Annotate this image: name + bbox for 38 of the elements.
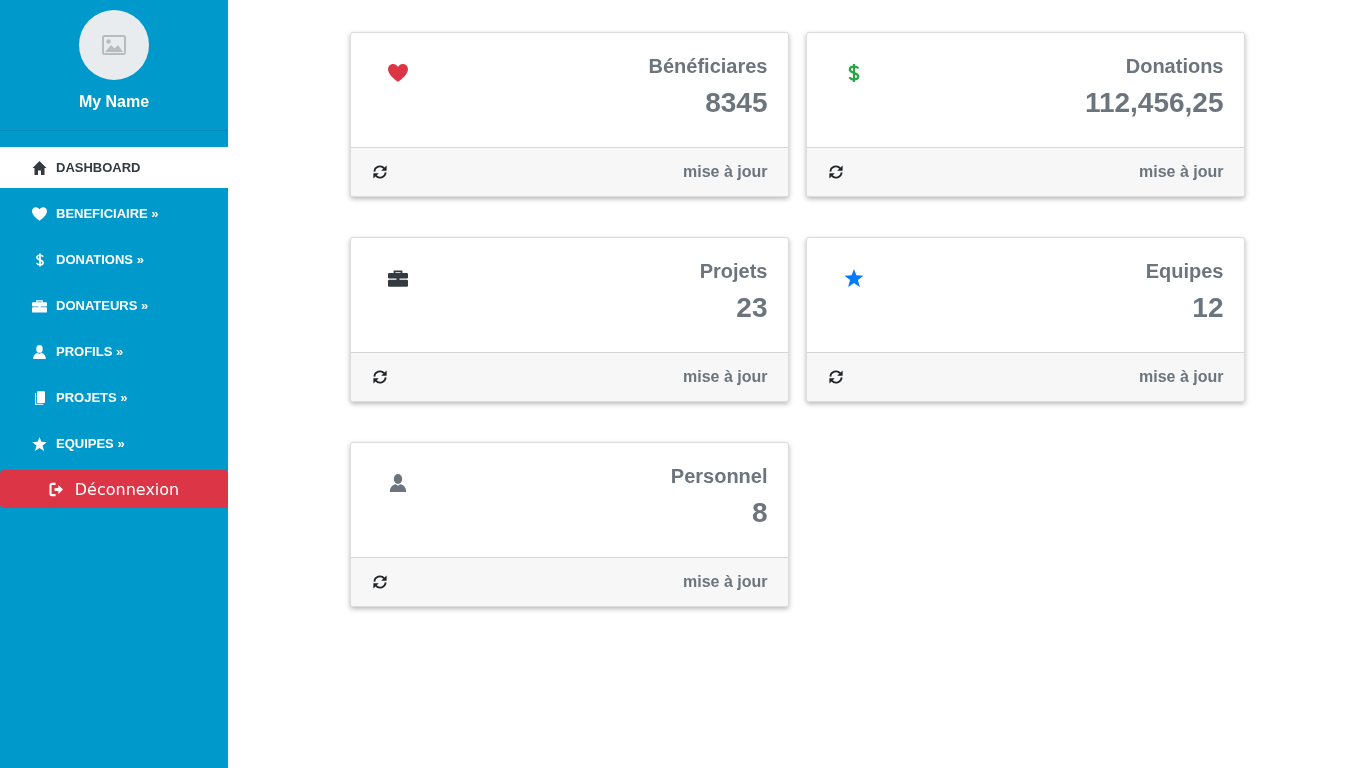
person-icon — [32, 344, 47, 359]
nav-item[interactable]: EQUIPES » — [0, 423, 228, 464]
refresh-icon — [827, 164, 844, 180]
home-icon — [32, 160, 47, 175]
image-icon — [102, 35, 126, 55]
profile-name: My Name — [78, 93, 150, 111]
nav-item[interactable]: PROJETS » — [0, 377, 228, 418]
update-label: mise à jour — [1139, 163, 1224, 181]
nav-item[interactable]: DASHBOARD — [0, 147, 228, 188]
nav-item[interactable]: PROFILS » — [0, 331, 228, 372]
update-label: mise à jour — [683, 163, 768, 181]
refresh-icon — [827, 369, 844, 385]
star-icon — [32, 436, 47, 451]
refresh-icon — [371, 574, 388, 590]
nav-item[interactable]: DONATEURS » — [0, 285, 228, 326]
briefcase-icon — [32, 298, 47, 313]
card-title: Personnel — [670, 464, 768, 488]
logout-icon — [48, 481, 64, 497]
nav-item[interactable]: BENEFICIAIRE » — [0, 193, 228, 234]
logout-button[interactable]: Déconnexion — [0, 470, 228, 508]
book-icon — [34, 390, 45, 405]
card-value: 112,456,25 — [1084, 89, 1224, 117]
update-label: mise à jour — [1139, 368, 1224, 386]
nav-item[interactable]: DONATIONS » — [0, 239, 228, 280]
card-title: Projets — [699, 259, 768, 283]
card-title: Bénéficiares — [648, 54, 768, 78]
update-label: mise à jour — [683, 368, 768, 386]
refresh-icon — [371, 164, 388, 180]
card-value: 23 — [736, 294, 768, 322]
card-title: Equipes — [1145, 259, 1224, 283]
card-value: 8345 — [705, 89, 768, 117]
dollar-icon — [34, 252, 45, 267]
card-value: 12 — [1192, 294, 1224, 322]
card-title: Donations — [1125, 54, 1224, 78]
card-value: 8 — [751, 499, 768, 527]
heart-icon — [32, 206, 47, 221]
refresh-icon — [371, 369, 388, 385]
update-label: mise à jour — [683, 573, 768, 591]
